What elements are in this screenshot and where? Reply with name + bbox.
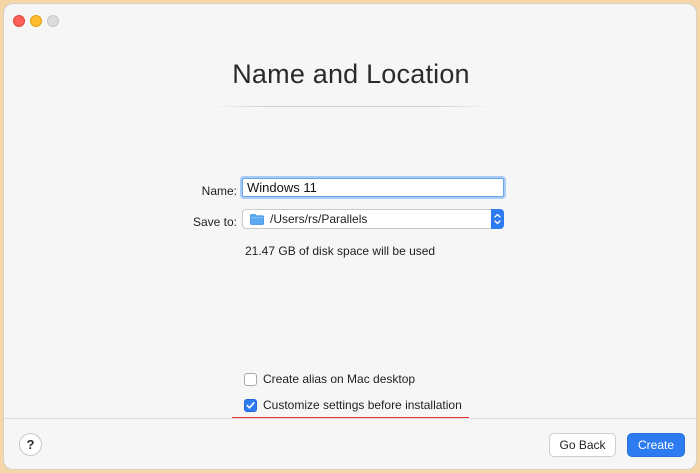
save-to-label: Save to: [192,215,237,229]
name-input[interactable]: Windows 11 [242,178,504,197]
minimize-window-button[interactable] [30,15,42,27]
save-path-text: /Users/rs/Parallels [270,212,368,226]
save-location-popup[interactable]: /Users/rs/Parallels [242,209,504,229]
title-divider [211,106,493,107]
create-alias-label: Create alias on Mac desktop [263,372,416,386]
customize-settings-label: Customize settings before installation [263,398,462,412]
zoom-window-button[interactable] [47,15,59,27]
page-title: Name and Location [232,59,470,89]
go-back-button[interactable]: Go Back [549,433,616,457]
popup-stepper[interactable] [491,209,504,229]
chevron-up-down-icon [494,213,501,225]
create-button[interactable]: Create [627,433,685,457]
dialog-window: Name and Location Name: Windows 11 Save … [3,3,697,470]
close-window-button[interactable] [13,15,25,27]
help-button[interactable]: ? [19,433,42,456]
folder-icon [250,214,264,225]
checkmark-icon [246,402,255,409]
footer-divider [4,418,696,419]
name-label: Name: [201,184,237,198]
create-alias-checkbox[interactable] [244,373,257,386]
customize-settings-checkbox[interactable] [244,399,257,412]
disk-space-info: 21.47 GB of disk space will be used [245,244,436,258]
